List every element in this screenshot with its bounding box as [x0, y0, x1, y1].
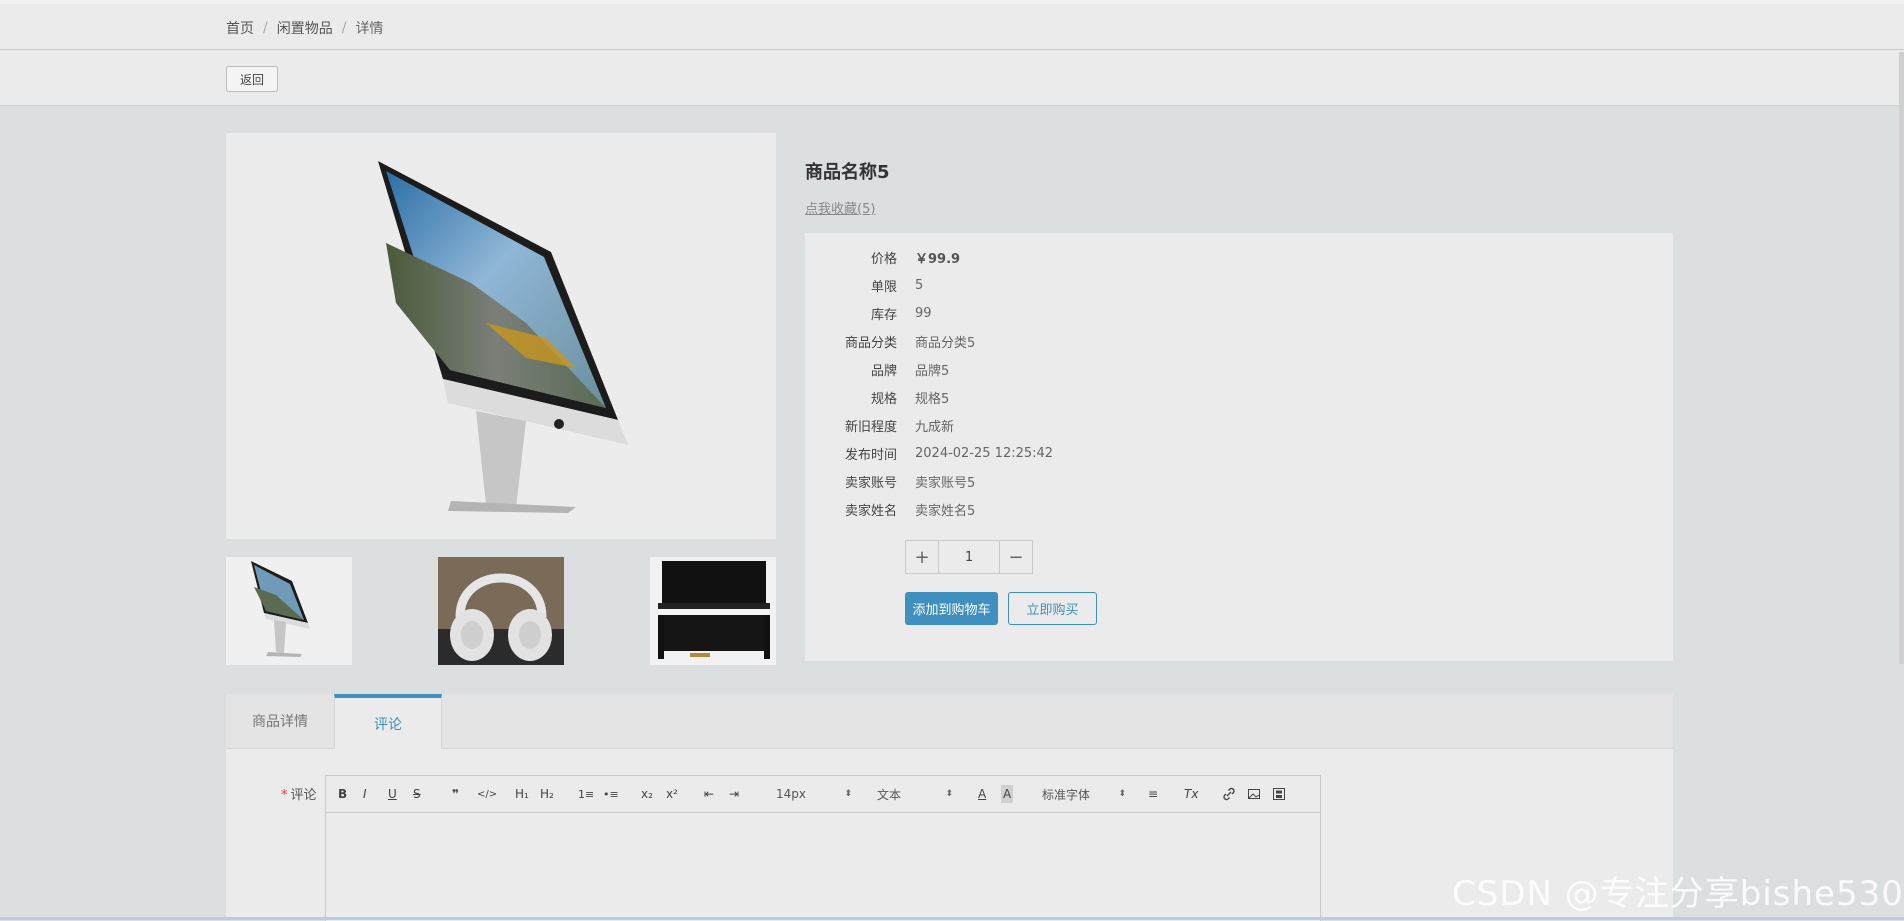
headphones-thumbnail-image	[438, 557, 564, 665]
comment-label-text: 评论	[290, 788, 317, 803]
code-icon[interactable]: </>	[477, 785, 497, 803]
align-icon[interactable]: ≡	[1148, 785, 1158, 803]
favorite-link[interactable]: 点我收藏(5)	[805, 198, 875, 217]
piano-thumbnail-image	[650, 557, 776, 665]
back-button[interactable]: 返回	[226, 66, 278, 92]
scrollbar[interactable]	[1899, 52, 1904, 664]
comment-editor-input[interactable]	[326, 813, 1320, 921]
add-to-cart-button[interactable]: 添加到购物车	[905, 592, 998, 625]
spec-label: 商品分类	[844, 335, 897, 351]
font-size-select[interactable]: 14px ⬍	[776, 785, 852, 803]
product-title: 商品名称5	[805, 162, 890, 183]
spec-row: 卖家账号 卖家账号5	[805, 471, 975, 491]
spec-value: 5	[915, 277, 924, 293]
link-icon[interactable]	[1222, 785, 1236, 803]
comment-editor: B I U S ❞ </> H₁ H₂ 1≡ •≡ x₂ x² ⇤ ⇥ 14px…	[325, 775, 1321, 921]
spec-label: 价格	[870, 251, 897, 267]
spec-label: 库存	[870, 307, 897, 323]
font-size-value: 14px	[776, 787, 806, 801]
spec-value: 99	[915, 305, 932, 321]
image-icon[interactable]	[1247, 785, 1261, 803]
breadcrumb-separator: /	[263, 20, 268, 36]
clear-format-icon[interactable]: Tx	[1184, 785, 1198, 803]
imac-image	[378, 161, 628, 513]
spec-label: 发布时间	[844, 447, 897, 463]
buy-now-button[interactable]: 立即购买	[1008, 592, 1097, 625]
breadcrumb-bar: 首页 / 闲置物品 / 详情	[0, 4, 1904, 50]
comment-label: * 评论	[281, 784, 317, 803]
font-family-select[interactable]: 标准字体 ⬍	[1042, 785, 1126, 803]
breadcrumb-separator: /	[341, 20, 347, 36]
bold-button[interactable]: B	[338, 785, 347, 803]
spec-value: 卖家姓名5	[915, 503, 976, 519]
quantity-stepper: + −	[905, 540, 1033, 574]
spec-value: ￥99.9	[915, 251, 961, 267]
breadcrumb-home[interactable]: 首页	[226, 18, 254, 38]
quantity-input[interactable]	[939, 541, 999, 573]
chevron-updown-icon: ⬍	[844, 789, 852, 799]
h2-button[interactable]: H₂	[540, 785, 554, 803]
spec-label: 规格	[870, 391, 897, 407]
tab-comments[interactable]: 评论	[334, 694, 442, 749]
increase-quantity-button[interactable]: +	[906, 541, 939, 573]
background-color-icon[interactable]: A	[1001, 785, 1014, 803]
indent-increase-icon[interactable]: ⇥	[729, 785, 739, 803]
quote-icon[interactable]: ❞	[452, 785, 459, 803]
spec-label: 卖家姓名	[844, 503, 897, 519]
breadcrumb-current: 详情	[355, 21, 384, 37]
page-toolbar: 返回	[0, 50, 1904, 106]
spec-row: 新旧程度 九成新	[805, 415, 954, 435]
spec-label: 单限	[870, 279, 897, 295]
spec-value: 卖家账号5	[915, 475, 976, 491]
tabs-bar: 商品详情 评论	[226, 694, 1673, 749]
spec-row: 发布时间 2024-02-25 12:25:42	[805, 443, 1053, 463]
thumbnail-imac[interactable]	[226, 557, 352, 665]
spec-value: 规格5	[915, 391, 950, 407]
spec-value: 品牌5	[915, 363, 950, 379]
spec-row: 规格 规格5	[805, 387, 949, 407]
video-icon[interactable]	[1272, 785, 1286, 803]
main-product-image	[226, 133, 776, 539]
thumbnail-piano[interactable]	[650, 557, 776, 665]
spec-row: 品牌 品牌5	[805, 359, 949, 379]
breadcrumb-category[interactable]: 闲置物品	[277, 18, 333, 38]
spec-value: 九成新	[915, 419, 955, 435]
breadcrumb: 首页 / 闲置物品 / 详情	[226, 18, 383, 38]
subscript-button[interactable]: x₂	[641, 785, 653, 803]
font-color-icon[interactable]: A	[978, 785, 986, 803]
text-type-value: 文本	[877, 787, 902, 802]
chevron-updown-icon: ⬍	[1118, 789, 1126, 799]
italic-button[interactable]: I	[363, 785, 367, 803]
product-info-panel: 价格 ￥99.9 单限 5 库存 99 商品分类 商品分类5 品牌 品牌5 规格 规格5 新旧程度 九成新…	[805, 233, 1673, 661]
spec-row: 单限 5	[805, 275, 923, 295]
imac-thumbnail-image	[226, 557, 352, 665]
tab-product-details[interactable]: 商品详情	[226, 694, 334, 748]
text-type-select[interactable]: 文本 ⬍	[877, 785, 953, 803]
spec-value: 商品分类5	[915, 335, 976, 351]
spec-row: 价格 ￥99.9	[805, 247, 960, 267]
spec-label: 新旧程度	[844, 419, 897, 435]
watermark: CSDN @专注分享bishe530	[1452, 874, 1904, 914]
required-mark: *	[281, 788, 288, 803]
thumbnail-headphones[interactable]	[438, 557, 564, 665]
superscript-button[interactable]: x²	[666, 785, 678, 803]
ordered-list-icon[interactable]: 1≡	[578, 785, 594, 803]
spec-label: 品牌	[870, 363, 897, 379]
font-family-value: 标准字体	[1042, 787, 1091, 802]
spec-value: 2024-02-25 12:25:42	[915, 445, 1054, 461]
spec-row: 商品分类 商品分类5	[805, 331, 975, 351]
spec-row: 卖家姓名 卖家姓名5	[805, 499, 975, 519]
chevron-updown-icon: ⬍	[945, 789, 953, 799]
h1-button[interactable]: H₁	[515, 785, 529, 803]
decrease-quantity-button[interactable]: −	[999, 541, 1032, 573]
underline-button[interactable]: U	[388, 785, 397, 803]
indent-decrease-icon[interactable]: ⇤	[704, 785, 714, 803]
spec-row: 库存 99	[805, 303, 932, 323]
editor-toolbar: B I U S ❞ </> H₁ H₂ 1≡ •≡ x₂ x² ⇤ ⇥ 14px…	[326, 776, 1320, 813]
strike-button[interactable]: S	[413, 785, 421, 803]
spec-label: 卖家账号	[844, 475, 897, 491]
bullet-list-icon[interactable]: •≡	[603, 785, 619, 803]
